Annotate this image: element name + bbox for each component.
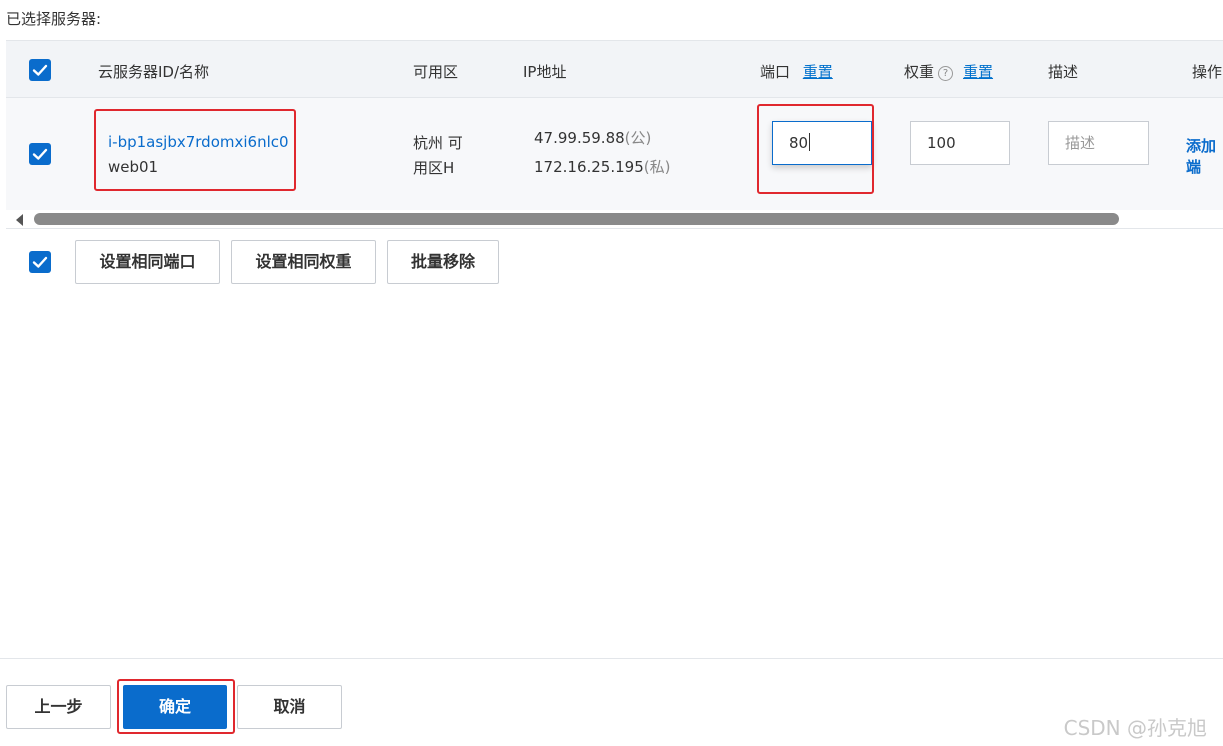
column-ip: IP地址 [523,63,567,81]
column-actions: 操作 [1192,63,1223,81]
public-ip-value: 47.99.59.88 [534,129,625,147]
weight-input[interactable]: 100 [910,121,1010,165]
column-instance: 云服务器ID/名称 [98,63,210,81]
private-ip-value: 172.16.25.195 [534,158,644,176]
port-reset-link[interactable]: 重置 [803,63,833,81]
column-zone: 可用区 [413,63,459,81]
private-ip-tag: (私) [643,158,671,176]
scrollbar-thumb[interactable] [34,213,1119,225]
horizontal-scrollbar[interactable] [6,210,1223,230]
previous-step-button[interactable]: 上一步 [6,685,111,729]
select-all-checkbox[interactable] [29,59,51,81]
description-placeholder: 描述 [1065,134,1096,152]
port-highlight-box [757,104,874,194]
help-icon[interactable]: ? [938,66,954,81]
scroll-left-arrow-icon[interactable] [16,214,23,226]
column-description: 描述 [1048,63,1079,81]
column-weight-label: 权重 [904,63,935,81]
ip-cell: 47.99.59.88(公) 172.16.25.195(私) [534,126,670,180]
table-divider [6,228,1223,229]
batch-remove-button[interactable]: 批量移除 [387,240,499,284]
add-port-link[interactable]: 添加端 [1186,135,1223,177]
weight-input-value: 100 [927,134,956,152]
watermark: CSDN @孙克旭 [1063,716,1207,740]
zone-line-1: 杭州 可 [413,134,463,152]
public-ip-tag: (公) [624,129,652,147]
section-title: 已选择服务器: [6,10,102,28]
set-same-port-button[interactable]: 设置相同端口 [75,240,220,284]
confirm-button[interactable]: 确定 [123,685,227,729]
weight-reset-link[interactable]: 重置 [963,63,993,81]
zone-line-2: 用区H [413,159,455,177]
column-port: 端口 重置 [760,61,833,82]
column-port-label: 端口 [760,63,791,81]
column-weight: 权重? 重置 [904,61,993,82]
description-input[interactable]: 描述 [1048,121,1149,165]
table-header: 云服务器ID/名称 可用区 IP地址 端口 重置 权重? 重置 描述 操作 [6,40,1223,98]
private-ip: 172.16.25.195(私) [534,155,670,180]
public-ip: 47.99.59.88(公) [534,126,670,151]
zone-cell: 杭州 可 用区H [413,131,463,181]
batch-select-checkbox[interactable] [29,251,51,273]
row-checkbox[interactable] [29,143,51,165]
footer-divider [0,658,1223,659]
set-same-weight-button[interactable]: 设置相同权重 [231,240,376,284]
cancel-button[interactable]: 取消 [237,685,342,729]
instance-highlight-box [94,109,296,191]
